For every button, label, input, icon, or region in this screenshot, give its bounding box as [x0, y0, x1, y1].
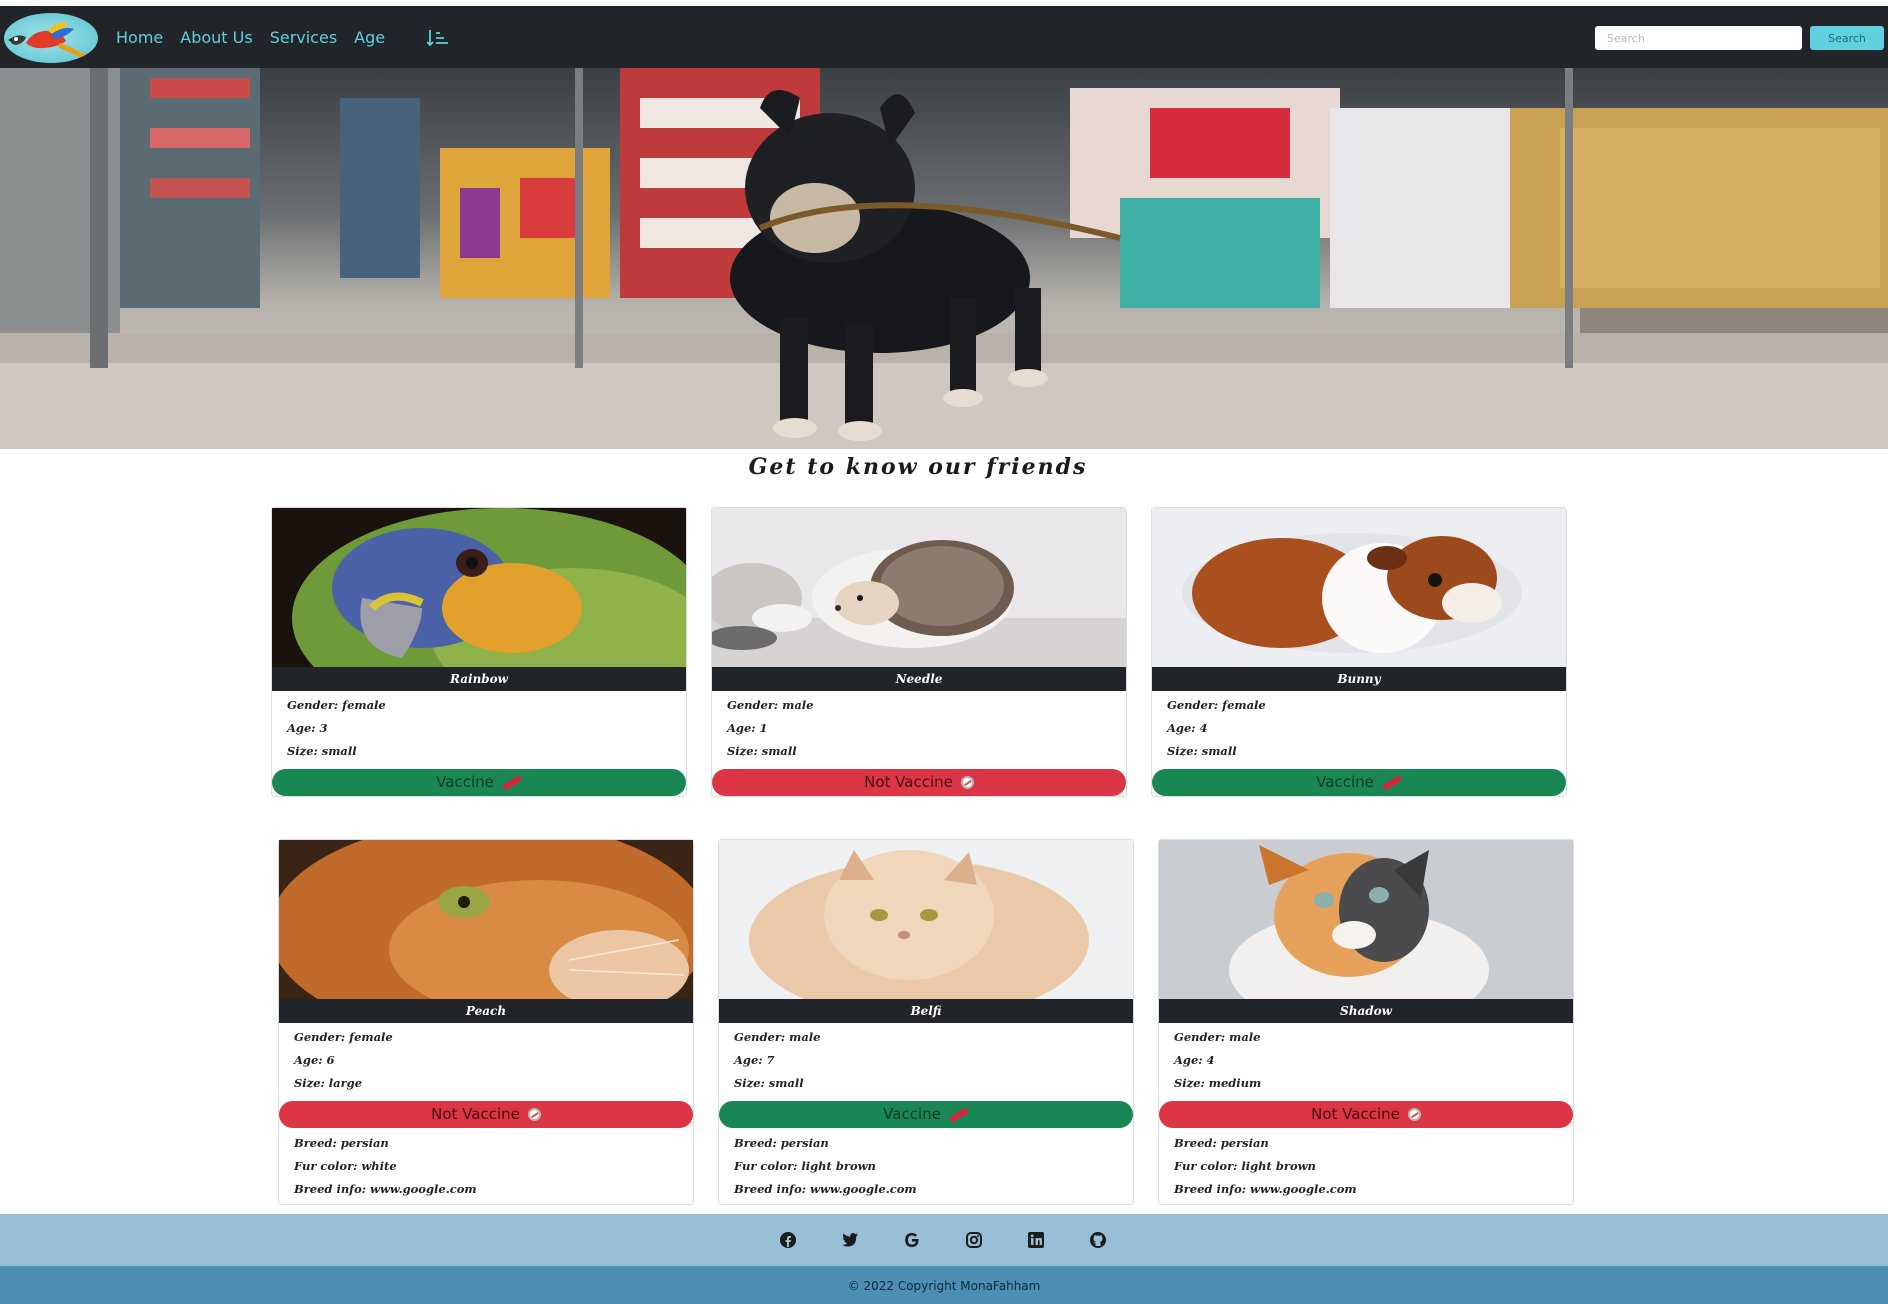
vaccine-label: Not Vaccine — [864, 773, 953, 791]
search-button[interactable]: Search — [1810, 26, 1884, 50]
pet-breed-info[interactable]: Breed info: www.google.com — [1174, 1182, 1357, 1196]
nav-services[interactable]: Services — [270, 28, 337, 47]
pet-fur-color: Fur color: light brown — [1174, 1159, 1316, 1173]
pet-name: Rainbow — [272, 667, 686, 691]
instagram-icon[interactable] — [964, 1230, 984, 1250]
pet-size: Size: small — [287, 744, 357, 758]
syringe-icon — [501, 774, 522, 791]
syringe-icon — [948, 1106, 969, 1123]
no-entry-icon — [1407, 1108, 1421, 1121]
pet-age: Age: 7 — [734, 1053, 775, 1067]
facebook-icon[interactable] — [778, 1230, 798, 1250]
pet-age: Age: 4 — [1174, 1053, 1215, 1067]
navbar: Home About Us Services Age Search — [0, 6, 1888, 68]
pet-age: Age: 6 — [294, 1053, 335, 1067]
orange-cat-image — [279, 840, 693, 999]
vaccine-button[interactable]: Vaccine — [272, 769, 686, 796]
copyright-text: © 2022 Copyright MonaFahham — [0, 1266, 1888, 1304]
pet-gender: Gender: female — [294, 1030, 393, 1044]
linkedin-icon[interactable] — [1026, 1230, 1046, 1250]
guinea-pig-image — [1152, 508, 1566, 667]
pet-card-peach: Peach Gender: female Age: 6 Size: large … — [278, 839, 694, 1205]
pet-breed: Breed: persian — [1174, 1136, 1269, 1150]
pet-breed: Breed: persian — [734, 1136, 829, 1150]
pet-breed-info[interactable]: Breed info: www.google.com — [734, 1182, 917, 1196]
pet-card-rainbow: Rainbow Gender: female Age: 3 Size: smal… — [271, 507, 687, 797]
nav-age[interactable]: Age — [354, 28, 385, 47]
social-links-bar — [0, 1214, 1888, 1266]
pet-age: Age: 4 — [1167, 721, 1208, 735]
pet-gender: Gender: male — [734, 1030, 821, 1044]
nav-links: Home About Us Services Age — [116, 6, 385, 68]
nav-about-us[interactable]: About Us — [180, 28, 252, 47]
search-input[interactable] — [1595, 26, 1802, 50]
not-vaccine-button[interactable]: Not Vaccine — [1159, 1101, 1573, 1128]
pet-gender: Gender: male — [1174, 1030, 1261, 1044]
pet-age: Age: 3 — [287, 721, 328, 735]
parrot-image — [272, 508, 686, 667]
pet-gender: Gender: female — [287, 698, 386, 712]
pet-card-belfi: Belfi Gender: male Age: 7 Size: small Va… — [718, 839, 1134, 1205]
pet-size: Size: small — [727, 744, 797, 758]
parrot-logo[interactable] — [4, 13, 98, 63]
hedgehog-image — [712, 508, 1126, 667]
section-title: Get to know our friends — [748, 454, 1088, 480]
vaccine-label: Not Vaccine — [1311, 1105, 1400, 1123]
pet-breed-info[interactable]: Breed info: www.google.com — [294, 1182, 477, 1196]
pet-name: Needle — [712, 667, 1126, 691]
vaccine-label: Vaccine — [436, 773, 494, 791]
pet-gender: Gender: male — [727, 698, 814, 712]
pet-size: Size: large — [294, 1076, 363, 1090]
pet-size: Size: small — [734, 1076, 804, 1090]
vaccine-button[interactable]: Vaccine — [1152, 769, 1566, 796]
vaccine-label: Vaccine — [1316, 773, 1374, 791]
pet-name: Peach — [279, 999, 693, 1023]
pet-card-needle: Needle Gender: male Age: 1 Size: small N… — [711, 507, 1127, 797]
vaccine-label: Vaccine — [883, 1105, 941, 1123]
vaccine-label: Not Vaccine — [431, 1105, 520, 1123]
calico-cat-image — [1159, 840, 1573, 999]
no-entry-icon — [527, 1108, 541, 1121]
github-icon[interactable] — [1088, 1230, 1108, 1250]
syringe-icon — [1381, 774, 1402, 791]
pet-card-shadow: Shadow Gender: male Age: 4 Size: medium … — [1158, 839, 1574, 1205]
pet-breed: Breed: persian — [294, 1136, 389, 1150]
not-vaccine-button[interactable]: Not Vaccine — [279, 1101, 693, 1128]
pet-name: Bunny — [1152, 667, 1566, 691]
not-vaccine-button[interactable]: Not Vaccine — [712, 769, 1126, 796]
pet-card-bunny: Bunny Gender: female Age: 4 Size: small … — [1151, 507, 1567, 797]
twitter-icon[interactable] — [840, 1230, 860, 1250]
sort-icon[interactable] — [426, 28, 450, 48]
pet-gender: Gender: female — [1167, 698, 1266, 712]
pet-size: Size: medium — [1174, 1076, 1262, 1090]
pet-name: Belfi — [719, 999, 1133, 1023]
nav-home[interactable]: Home — [116, 28, 163, 47]
persian-cat-image — [719, 840, 1133, 999]
pet-fur-color: Fur color: white — [294, 1159, 397, 1173]
google-icon[interactable] — [902, 1230, 922, 1250]
vaccine-button[interactable]: Vaccine — [719, 1101, 1133, 1128]
pet-age: Age: 1 — [727, 721, 768, 735]
pet-size: Size: small — [1167, 744, 1237, 758]
pet-name: Shadow — [1159, 999, 1573, 1023]
pet-fur-color: Fur color: light brown — [734, 1159, 876, 1173]
hero-banner-dog-image — [0, 68, 1888, 449]
no-entry-icon — [960, 776, 974, 789]
